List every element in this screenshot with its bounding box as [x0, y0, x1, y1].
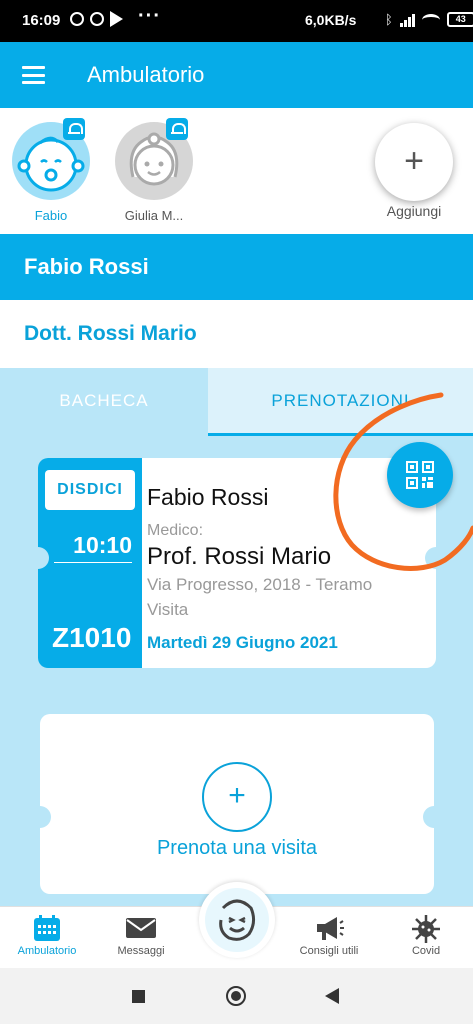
ticket-notch — [423, 806, 445, 828]
tab-bar: BACHECA PRENOTAZIONI — [0, 368, 473, 436]
status-bar: 16:09 ··· 6,0KB/s ᛒ 43 — [0, 0, 473, 42]
hamburger-menu-icon[interactable] — [22, 66, 45, 84]
profile-name: Fabio — [34, 208, 68, 223]
profiles-row: Fabio Giulia M... + Aggiungi — [0, 108, 473, 234]
patient-band: Fabio Rossi — [0, 234, 473, 300]
notification-icons — [70, 11, 123, 27]
bell-icon[interactable] — [63, 118, 85, 140]
ticket-notch — [29, 806, 51, 828]
tab-prenotazioni[interactable]: PRENOTAZIONI — [208, 368, 473, 436]
booking-time: 10:10 — [73, 532, 132, 558]
booking-address: Via Progresso, 2018 - Teramo — [147, 575, 373, 594]
nav-label: Messaggi — [117, 945, 165, 957]
ticket-notch — [27, 547, 49, 569]
chat-notification-icon — [70, 12, 84, 26]
doctor-name: Dott. Rossi Mario — [24, 322, 197, 345]
nav-ambulatorio[interactable]: Ambulatorio — [0, 907, 94, 957]
chat-notification-icon — [90, 12, 104, 26]
nav-covid[interactable]: Covid — [379, 907, 473, 957]
booking-code: Z1010 — [52, 622, 132, 653]
booking-patient: Fabio Rossi — [147, 484, 269, 510]
new-booking-card[interactable]: + Prenota una visita — [29, 714, 445, 894]
ticket-notch — [425, 547, 447, 569]
new-booking-label[interactable]: Prenota una visita — [40, 837, 434, 860]
app-bar: Ambulatorio — [0, 42, 473, 108]
divider — [54, 562, 132, 563]
nav-consigli[interactable]: Consigli utili — [282, 907, 376, 957]
smiley-fab-button[interactable] — [199, 882, 275, 958]
nav-label: Consigli utili — [299, 945, 359, 957]
qr-code-button[interactable] — [387, 442, 453, 508]
calendar-icon — [0, 913, 94, 943]
system-navigation-bar — [0, 968, 473, 1024]
nav-messaggi[interactable]: Messaggi — [94, 907, 188, 957]
doctor-band: Dott. Rossi Mario — [0, 300, 473, 368]
smiley-icon — [205, 888, 269, 952]
virus-icon — [379, 913, 473, 943]
status-time: 16:09 — [22, 12, 61, 29]
bluetooth-icon: ᛒ — [385, 12, 393, 27]
signal-icon — [399, 13, 415, 27]
tab-bacheca[interactable]: BACHECA — [0, 368, 208, 436]
bell-icon[interactable] — [166, 118, 188, 140]
patient-name: Fabio Rossi — [24, 254, 149, 279]
play-store-icon — [110, 11, 123, 27]
booking-stub: DISDICI 10:10 Z1010 — [38, 458, 142, 668]
profile-fabio[interactable]: Fabio — [11, 118, 91, 223]
profile-name: Giulia M... — [124, 208, 184, 223]
add-profile-label: Aggiungi — [386, 203, 442, 219]
nav-label: Covid — [411, 945, 441, 957]
profile-giulia[interactable]: Giulia M... — [114, 118, 194, 223]
more-notifications-icon: ··· — [138, 5, 161, 27]
doctor-label: Medico: — [147, 522, 204, 539]
add-booking-icon[interactable]: + — [202, 762, 272, 832]
battery-icon: 43 — [446, 12, 473, 27]
booking-type: Visita — [147, 600, 189, 619]
cancel-booking-button[interactable]: DISDICI — [45, 470, 135, 510]
booking-card[interactable]: DISDICI 10:10 Z1010 Fabio Rossi Medico: … — [27, 458, 447, 668]
nav-label: Ambulatorio — [17, 945, 77, 957]
megaphone-icon — [282, 913, 376, 943]
mail-icon — [94, 913, 188, 943]
qr-code-icon — [406, 461, 434, 489]
booking-date: Martedì 29 Giugno 2021 — [147, 633, 338, 652]
network-speed: 6,0KB/s — [305, 12, 357, 28]
home-icon[interactable] — [226, 986, 246, 1006]
wifi-icon — [421, 13, 440, 26]
booking-doctor: Prof. Rossi Mario — [147, 543, 332, 570]
add-profile-button[interactable]: + — [375, 123, 453, 201]
back-icon[interactable] — [325, 988, 339, 1004]
recents-icon[interactable] — [132, 990, 145, 1003]
app-title: Ambulatorio — [87, 62, 205, 87]
